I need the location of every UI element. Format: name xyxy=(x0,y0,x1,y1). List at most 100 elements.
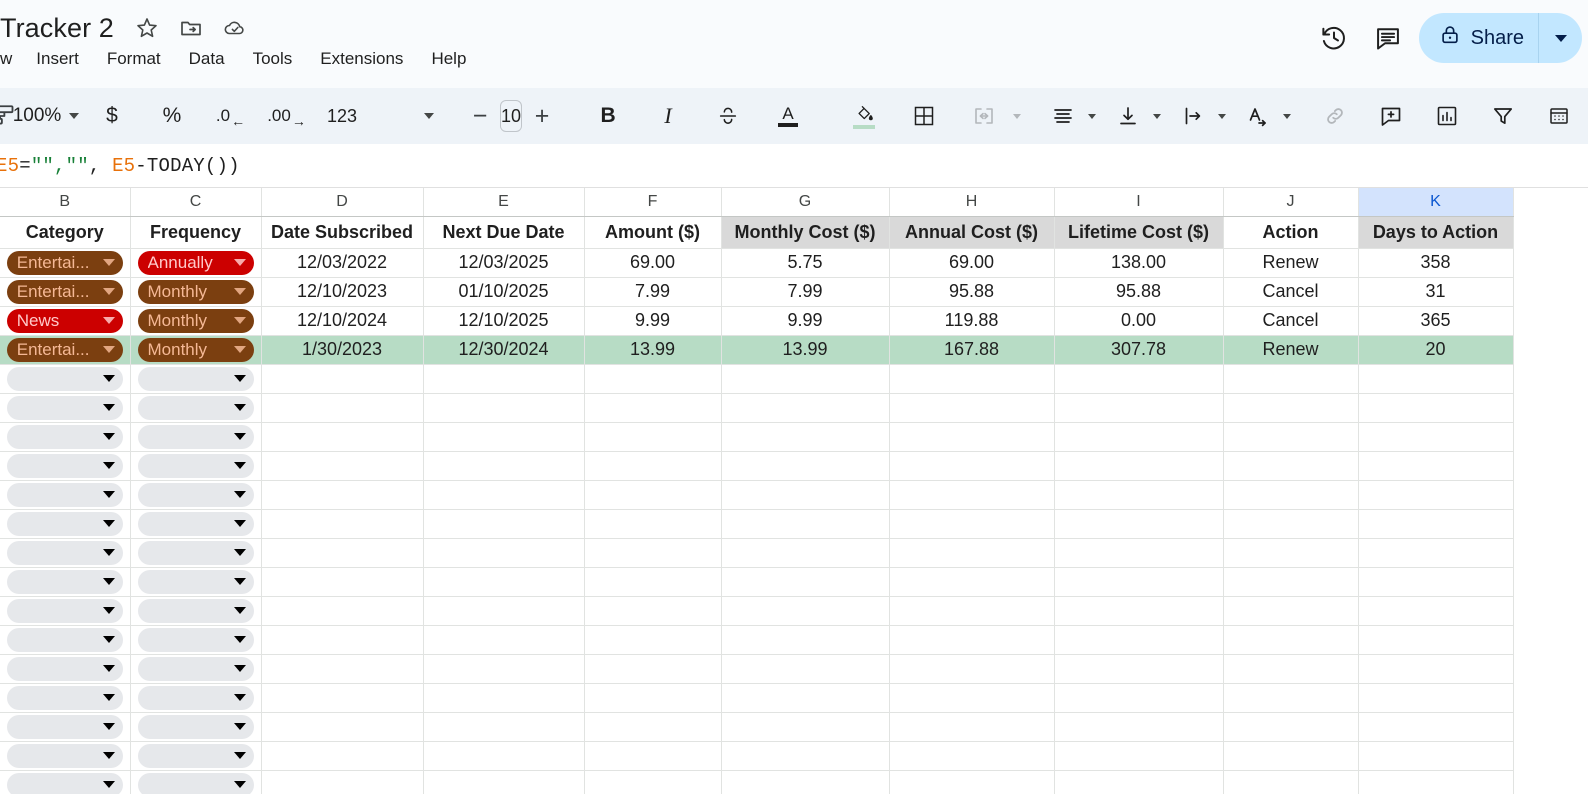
column-header-d[interactable]: D xyxy=(261,188,424,217)
chevron-down-icon[interactable] xyxy=(1153,113,1162,119)
cell-empty[interactable] xyxy=(721,451,890,481)
cell-empty[interactable] xyxy=(889,654,1055,684)
move-to-folder-icon[interactable] xyxy=(178,15,204,41)
cell-next-due-date[interactable]: 12/10/2025 xyxy=(423,306,585,336)
cell-empty[interactable] xyxy=(1054,683,1224,713)
column-title-j[interactable]: Action xyxy=(1223,216,1359,249)
italic-button[interactable]: I xyxy=(648,96,688,136)
cell-empty[interactable] xyxy=(889,538,1055,568)
cell-empty[interactable] xyxy=(721,683,890,713)
cell-frequency[interactable] xyxy=(130,596,262,626)
cell-frequency[interactable]: Monthly xyxy=(130,306,262,336)
table-row[interactable]: News Monthly 12/10/2024 12/10/2025 9.99 9.99 1… xyxy=(0,306,1514,336)
document-title[interactable]: Tracker 2 xyxy=(0,13,114,44)
cell-empty[interactable] xyxy=(261,654,424,684)
cell-monthly-cost[interactable]: 5.75 xyxy=(721,248,890,278)
cell-frequency[interactable] xyxy=(130,480,262,510)
dropdown-chip[interactable]: Entertai... xyxy=(6,250,123,275)
dropdown-chip[interactable] xyxy=(6,569,123,594)
cell-empty[interactable] xyxy=(584,596,722,626)
dropdown-chip[interactable]: News xyxy=(6,308,123,333)
dropdown-chip[interactable] xyxy=(137,424,254,449)
column-title-b[interactable]: Category xyxy=(0,216,131,249)
cell-empty[interactable] xyxy=(1358,567,1514,597)
chevron-down-icon[interactable] xyxy=(1013,113,1022,119)
cell-frequency[interactable]: Annually xyxy=(130,248,262,278)
table-row[interactable] xyxy=(0,538,1514,568)
cell-category[interactable] xyxy=(0,364,131,394)
dropdown-chip[interactable]: Monthly xyxy=(137,337,254,362)
strikethrough-button[interactable] xyxy=(708,96,748,136)
table-row[interactable] xyxy=(0,712,1514,742)
dropdown-chip[interactable]: Monthly xyxy=(137,279,254,304)
menu-item-extensions[interactable]: Extensions xyxy=(306,46,417,72)
cell-action[interactable]: Cancel xyxy=(1223,277,1359,307)
chevron-down-icon[interactable] xyxy=(1218,113,1227,119)
percent-format-button[interactable]: % xyxy=(152,96,192,136)
cell-empty[interactable] xyxy=(423,451,585,481)
cell-frequency[interactable] xyxy=(130,567,262,597)
cell-empty[interactable] xyxy=(1223,422,1359,452)
cell-empty[interactable] xyxy=(1358,712,1514,742)
cell-empty[interactable] xyxy=(721,538,890,568)
table-row[interactable] xyxy=(0,393,1514,423)
table-row[interactable] xyxy=(0,480,1514,510)
cell-empty[interactable] xyxy=(889,625,1055,655)
cell-category[interactable] xyxy=(0,538,131,568)
cell-empty[interactable] xyxy=(423,480,585,510)
cell-empty[interactable] xyxy=(584,654,722,684)
cell-empty[interactable] xyxy=(1223,625,1359,655)
cell-empty[interactable] xyxy=(889,451,1055,481)
cell-category[interactable] xyxy=(0,741,131,771)
cell-empty[interactable] xyxy=(261,683,424,713)
cell-empty[interactable] xyxy=(584,625,722,655)
cell-empty[interactable] xyxy=(1223,538,1359,568)
cell-empty[interactable] xyxy=(1358,480,1514,510)
cell-empty[interactable] xyxy=(423,538,585,568)
cell-next-due-date[interactable]: 12/03/2025 xyxy=(423,248,585,278)
cell-empty[interactable] xyxy=(1054,741,1224,771)
cell-frequency[interactable] xyxy=(130,364,262,394)
cell-empty[interactable] xyxy=(584,393,722,423)
cell-category[interactable]: News xyxy=(0,306,131,336)
comment-icon[interactable] xyxy=(1365,15,1411,61)
cell-date-subscribed[interactable]: 12/03/2022 xyxy=(261,248,424,278)
cell-empty[interactable] xyxy=(584,538,722,568)
cell-empty[interactable] xyxy=(1358,683,1514,713)
cell-empty[interactable] xyxy=(584,480,722,510)
table-row[interactable] xyxy=(0,770,1514,794)
cell-empty[interactable] xyxy=(1054,364,1224,394)
dropdown-chip[interactable] xyxy=(137,772,254,794)
cell-days-to-action[interactable]: 358 xyxy=(1358,248,1514,278)
cell-empty[interactable] xyxy=(584,770,722,794)
cell-empty[interactable] xyxy=(1223,770,1359,794)
cell-days-to-action[interactable]: 20 xyxy=(1358,335,1514,365)
table-row[interactable] xyxy=(0,625,1514,655)
text-wrap-button[interactable] xyxy=(1173,96,1213,136)
bold-button[interactable]: B xyxy=(588,96,628,136)
column-header-f[interactable]: F xyxy=(584,188,722,217)
cell-monthly-cost[interactable]: 13.99 xyxy=(721,335,890,365)
star-icon[interactable] xyxy=(134,15,160,41)
cell-empty[interactable] xyxy=(1358,393,1514,423)
cell-empty[interactable] xyxy=(1054,422,1224,452)
create-filter-button[interactable] xyxy=(1483,96,1523,136)
cell-empty[interactable] xyxy=(1223,364,1359,394)
cell-frequency[interactable] xyxy=(130,509,262,539)
cell-empty[interactable] xyxy=(1358,509,1514,539)
cell-lifetime-cost[interactable]: 138.00 xyxy=(1054,248,1224,278)
cell-empty[interactable] xyxy=(1223,683,1359,713)
cell-empty[interactable] xyxy=(1223,480,1359,510)
cell-empty[interactable] xyxy=(721,422,890,452)
cell-empty[interactable] xyxy=(423,770,585,794)
cell-empty[interactable] xyxy=(1223,654,1359,684)
menu-item-format[interactable]: Format xyxy=(93,46,175,72)
cell-category[interactable] xyxy=(0,596,131,626)
table-row[interactable]: Entertai... Monthly 12/10/2023 01/10/2025 7.… xyxy=(0,277,1514,307)
cell-category[interactable] xyxy=(0,654,131,684)
cell-empty[interactable] xyxy=(721,741,890,771)
vertical-align-button[interactable] xyxy=(1108,96,1148,136)
share-dropdown-caret[interactable] xyxy=(1538,13,1582,63)
font-size-input[interactable]: 10 xyxy=(500,100,523,132)
cell-date-subscribed[interactable]: 1/30/2023 xyxy=(261,335,424,365)
